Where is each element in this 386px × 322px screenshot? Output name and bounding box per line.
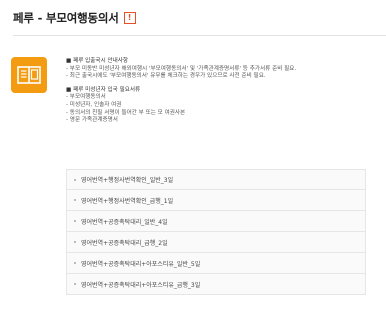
service-label: 영어번역+공증촉탁대리+아포스티유_급행_3일	[81, 281, 201, 289]
notice-line: - 영문 가족관계증명서	[66, 117, 118, 124]
header-divider	[13, 35, 386, 36]
page-header: 페루 - 부모여행동의서 !	[13, 9, 136, 27]
notice-line: - 부모여행동의서	[66, 94, 106, 101]
bullet-icon	[74, 199, 76, 201]
service-option[interactable]: 영어번역+행정사번역확인_일반_3일	[66, 169, 366, 190]
notice-content: ■ 페루 입출국시 안내사항 - 부모 미동반 미성년자 해외여행시 '부모여행…	[66, 58, 382, 131]
notice-line: - 최근 출국시에도 '부모여행동의서' 유무를 체크하는 경우가 있으므로 사…	[66, 73, 266, 80]
bullet-icon	[74, 283, 76, 285]
notice-heading: ■ 페루 입출국시 안내사항	[66, 58, 129, 64]
service-option[interactable]: 영어번역+행정사번역확인_급행_1일	[66, 190, 366, 211]
notice-heading: ■ 페루 미성년자 입국 필요서류	[66, 86, 141, 93]
notice-line: - 미성년자, 인솔자 여권	[66, 101, 122, 108]
page-title: 페루 - 부모여행동의서	[13, 11, 119, 25]
bullet-icon	[74, 241, 76, 243]
service-label: 영어번역+공증촉탁대리_일반_4일	[81, 218, 168, 226]
service-option[interactable]: 영어번역+공증촉탁대리+아포스티유_일반_5일	[66, 253, 366, 274]
notice-block-entry: ■ 페루 입출국시 안내사항 - 부모 미동반 미성년자 해외여행시 '부모여행…	[66, 58, 382, 81]
service-option[interactable]: 영어번역+공증촉탁대리+아포스티유_급행_3일	[66, 274, 366, 295]
service-list: 영어번역+행정사번역확인_일반_3일 영어번역+행정사번역확인_급행_1일 영어…	[66, 169, 366, 295]
notice-block-documents: ■ 페루 미성년자 입국 필요서류 - 부모여행동의서 - 미성년자, 인솔자 …	[66, 87, 382, 125]
service-label: 영어번역+행정사번역확인_급행_1일	[81, 197, 174, 205]
bullet-icon	[74, 220, 76, 222]
service-label: 영어번역+행정사번역확인_일반_3일	[81, 177, 174, 184]
service-option[interactable]: 영어번역+공증촉탁대리_급행_2일	[66, 232, 366, 253]
service-option[interactable]: 영어번역+공증촉탁대리_일반_4일	[66, 211, 366, 232]
document-icon	[11, 57, 47, 93]
service-label: 영어번역+공증촉탁대리_급행_2일	[81, 239, 168, 247]
alert-icon[interactable]: !	[123, 12, 136, 24]
service-label: 영어번역+공증촉탁대리+아포스티유_일반_5일	[81, 260, 201, 268]
bullet-icon	[74, 262, 76, 264]
bullet-icon	[74, 178, 76, 181]
